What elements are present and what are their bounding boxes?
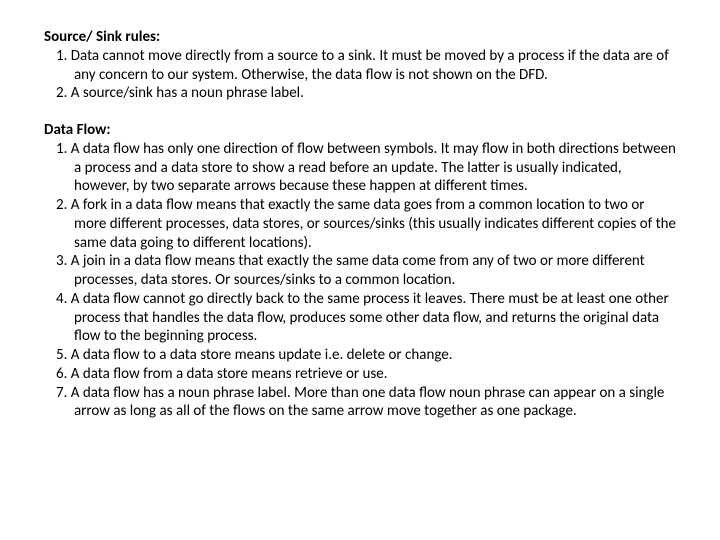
item-number: 5. bbox=[56, 346, 67, 364]
list-item: 3. A join in a data flow means that exac… bbox=[44, 252, 676, 290]
item-number: 2. bbox=[56, 196, 67, 214]
source-sink-rules-section: Source/ Sink rules: 1. Data cannot move … bbox=[44, 28, 676, 103]
item-number: 2. bbox=[56, 84, 67, 102]
item-text: A fork in a data flow means that exactly… bbox=[71, 196, 676, 252]
data-flow-section: Data Flow: 1. A data flow has only one d… bbox=[44, 121, 676, 421]
item-number: 3. bbox=[56, 252, 67, 270]
item-number: 1. bbox=[56, 47, 67, 65]
item-number: 6. bbox=[56, 365, 67, 383]
list-item: 5. A data flow to a data store means upd… bbox=[44, 346, 676, 365]
item-text: Data cannot move directly from a source … bbox=[71, 47, 669, 84]
item-text: A data flow from a data store means retr… bbox=[71, 365, 388, 383]
item-text: A data flow to a data store means update… bbox=[71, 346, 453, 364]
list-item: 1. Data cannot move directly from a sour… bbox=[44, 47, 676, 85]
source-sink-heading: Source/ Sink rules: bbox=[44, 28, 676, 47]
item-text: A join in a data flow means that exactly… bbox=[71, 252, 645, 289]
list-item: 2. A fork in a data flow means that exac… bbox=[44, 196, 676, 252]
list-item: 2. A source/sink has a noun phrase label… bbox=[44, 84, 676, 103]
item-text: A data flow cannot go directly back to t… bbox=[71, 290, 669, 346]
list-item: 1. A data flow has only one direction of… bbox=[44, 140, 676, 196]
item-number: 1. bbox=[56, 140, 67, 158]
item-number: 4. bbox=[56, 290, 67, 308]
list-item: 6. A data flow from a data store means r… bbox=[44, 365, 676, 384]
data-flow-heading: Data Flow: bbox=[44, 121, 676, 140]
list-item: 7. A data flow has a noun phrase label. … bbox=[44, 384, 676, 422]
list-item: 4. A data flow cannot go directly back t… bbox=[44, 290, 676, 346]
item-text: A data flow has a noun phrase label. Mor… bbox=[71, 384, 665, 421]
item-text: A source/sink has a noun phrase label. bbox=[71, 84, 304, 102]
item-text: A data flow has only one direction of fl… bbox=[71, 140, 676, 196]
item-number: 7. bbox=[56, 384, 67, 402]
